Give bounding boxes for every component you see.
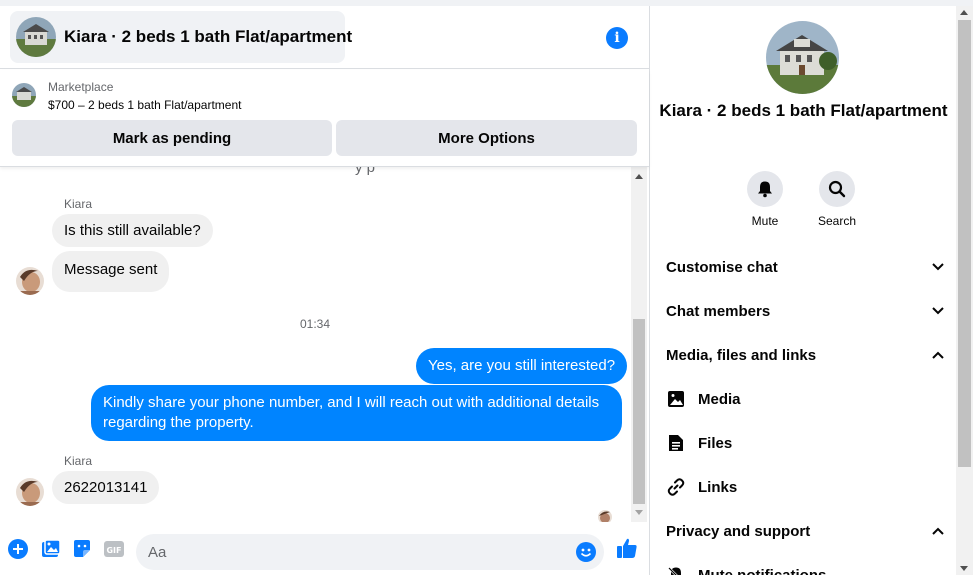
image-icon[interactable] [41, 539, 61, 559]
plus-icon[interactable] [8, 539, 28, 559]
more-options-button[interactable]: More Options [336, 120, 637, 156]
chat-pane: Kiara · 2 beds 1 bath Flat/apartment i M… [0, 6, 650, 575]
customise-chat-section[interactable]: Customise chat [666, 245, 946, 289]
scroll-thumb[interactable] [633, 319, 645, 504]
bell-icon[interactable] [747, 171, 783, 207]
media-label: Media [698, 390, 741, 408]
media-item[interactable]: Media [666, 377, 946, 421]
links-label: Links [698, 478, 738, 496]
sender-name: Kiara [64, 454, 93, 468]
scroll-thumb[interactable] [958, 20, 971, 467]
link-icon [666, 477, 686, 497]
chevron-up-icon [930, 523, 946, 539]
mark-as-pending-button[interactable]: Mark as pending [12, 120, 332, 156]
message-scrollbar[interactable] [631, 167, 647, 522]
emoji-icon[interactable] [576, 542, 596, 562]
conversation-title-button[interactable]: Kiara · 2 beds 1 bath Flat/apartment [10, 11, 352, 63]
section-label: Media, files and links [666, 346, 817, 364]
sender-name: Kiara [64, 197, 93, 211]
files-label: Files [698, 434, 733, 452]
media-files-links-section[interactable]: Media, files and links [666, 333, 946, 377]
svg-text:GIF: GIF [106, 546, 121, 555]
links-item[interactable]: Links [666, 465, 946, 509]
incoming-message[interactable]: 2622013141 [52, 471, 160, 504]
chat-header: Kiara · 2 beds 1 bath Flat/apartment i [0, 6, 649, 69]
thumbs-up-icon[interactable] [616, 537, 638, 559]
search-icon[interactable] [819, 171, 855, 207]
image-icon [666, 389, 686, 409]
outgoing-message[interactable]: Yes, are you still interested? [416, 348, 628, 384]
listing-avatar [16, 17, 56, 57]
messenger-window: Kiara · 2 beds 1 bath Flat/apartment i M… [0, 0, 973, 575]
message-input[interactable] [148, 534, 568, 570]
listing-price[interactable]: $700 – 2 beds 1 bath Flat/apartment [48, 98, 241, 112]
scroll-up-arrow-icon[interactable] [635, 174, 643, 179]
marketplace-listing-banner: Marketplace $700 – 2 beds 1 bath Flat/ap… [0, 70, 649, 167]
section-label: Chat members [666, 302, 771, 320]
mute-label: Mute [751, 214, 779, 228]
message-timestamp: 01:34 [299, 317, 331, 331]
scroll-down-arrow-icon[interactable] [635, 510, 643, 515]
chevron-up-icon [930, 347, 946, 363]
listing-thumbnail[interactable] [12, 83, 36, 107]
mute-notifications-label: Mute notifications [698, 566, 827, 575]
section-label: Privacy and support [666, 522, 811, 540]
gif-icon[interactable]: GIF [104, 539, 124, 559]
listing-source: Marketplace [48, 80, 114, 94]
cut-off-message-text: y p [355, 167, 376, 176]
details-scrollbar[interactable] [956, 6, 973, 575]
incoming-message[interactable]: Is this still available? [52, 214, 213, 247]
outgoing-message[interactable]: Kindly share your phone number, and I wi… [91, 385, 622, 441]
info-icon[interactable]: i [606, 27, 628, 49]
sender-avatar[interactable] [16, 478, 44, 506]
chat-members-section[interactable]: Chat members [666, 289, 946, 333]
section-label: Customise chat [666, 258, 778, 276]
seen-indicator-avatar [598, 510, 612, 522]
search-label: Search [817, 214, 857, 228]
files-item[interactable]: Files [666, 421, 946, 465]
profile-name: Kiara · 2 beds 1 bath Flat/apartment [659, 101, 948, 120]
file-icon [666, 433, 686, 453]
sender-avatar[interactable] [16, 267, 44, 295]
mute-notifications-item[interactable]: Mute notifications [666, 553, 946, 575]
mute-action[interactable]: Mute [735, 171, 795, 228]
privacy-support-section[interactable]: Privacy and support [666, 509, 946, 553]
scroll-down-arrow-icon[interactable] [960, 566, 968, 571]
scroll-up-arrow-icon[interactable] [960, 10, 968, 15]
chevron-down-icon [930, 259, 946, 275]
profile-photo[interactable] [766, 21, 839, 94]
conversation-details-pane: Kiara · 2 beds 1 bath Flat/apartment Mut… [651, 6, 956, 575]
message-composer: GIF [0, 522, 649, 575]
incoming-message[interactable]: Message sent [52, 251, 170, 292]
conversation-title: Kiara · 2 beds 1 bath Flat/apartment [64, 27, 353, 46]
sticker-icon[interactable] [72, 539, 92, 559]
bell-off-icon [666, 565, 686, 575]
message-input-box [136, 534, 604, 570]
message-list: y p Kiara Is this still available? Messa… [0, 167, 630, 522]
search-action[interactable]: Search [807, 171, 867, 228]
chevron-down-icon [930, 303, 946, 319]
